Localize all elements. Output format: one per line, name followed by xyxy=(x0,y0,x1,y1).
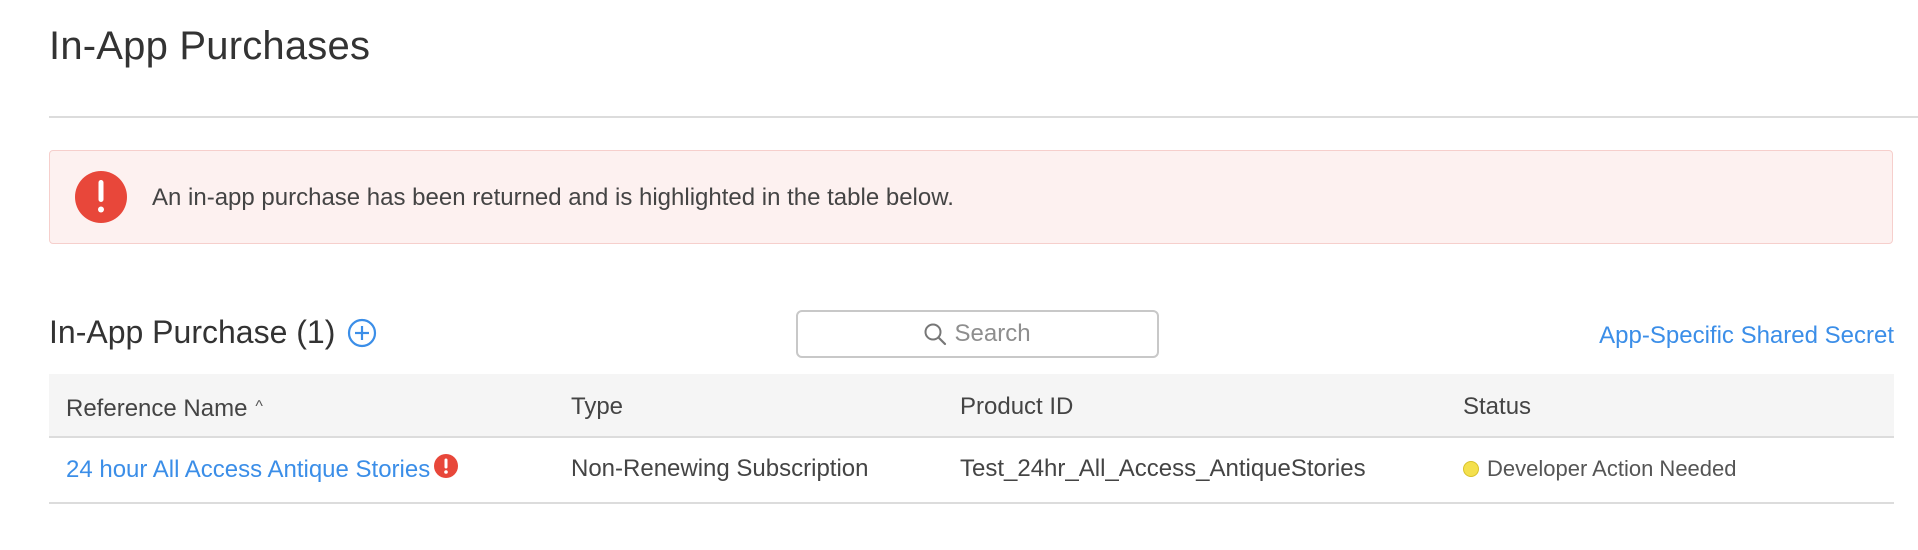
status-cell: Developer Action Needed xyxy=(1463,454,1737,484)
search-icon xyxy=(923,322,947,346)
error-exclamation-icon xyxy=(434,454,459,478)
reference-name-cell: 24 hour All Access Antique Stories xyxy=(66,454,459,485)
type-cell: Non-Renewing Subscription xyxy=(571,455,869,482)
alert-message: An in-app purchase has been returned and… xyxy=(152,184,954,211)
sort-ascending-icon: ^ xyxy=(255,398,263,415)
column-header-status[interactable]: Status xyxy=(1463,392,1531,422)
page-title: In-App Purchases xyxy=(49,24,371,68)
section-title: In-App Purchase (1) xyxy=(49,314,336,350)
title-divider xyxy=(49,116,1918,118)
table-header: Reference Name ^ Type Product ID Status xyxy=(49,374,1894,438)
add-in-app-purchase-button[interactable] xyxy=(347,318,377,348)
error-exclamation-icon xyxy=(75,171,127,223)
returned-alert-banner: An in-app purchase has been returned and… xyxy=(49,150,1893,244)
add-circle-icon xyxy=(347,318,377,348)
in-app-purchase-table: Reference Name ^ Type Product ID Status 2… xyxy=(49,374,1894,504)
status-indicator-dot xyxy=(1463,461,1479,477)
in-app-purchases-page: In-App Purchases An in-app purchase has … xyxy=(0,0,1918,550)
reference-name-link[interactable]: 24 hour All Access Antique Stories xyxy=(66,456,430,483)
search-input[interactable] xyxy=(954,320,1033,348)
column-header-reference-name[interactable]: Reference Name ^ xyxy=(66,392,263,424)
product-id-cell: Test_24hr_All_Access_AntiqueStories xyxy=(960,455,1366,482)
column-header-label: Reference Name xyxy=(66,395,248,422)
app-specific-shared-secret-link[interactable]: App-Specific Shared Secret xyxy=(1599,321,1894,351)
table-row[interactable]: 24 hour All Access Antique Stories Non-R… xyxy=(49,438,1894,504)
status-label: Developer Action Needed xyxy=(1487,456,1737,481)
column-header-type[interactable]: Type xyxy=(571,392,623,422)
search-box[interactable] xyxy=(796,310,1159,358)
column-header-product-id[interactable]: Product ID xyxy=(960,392,1073,422)
